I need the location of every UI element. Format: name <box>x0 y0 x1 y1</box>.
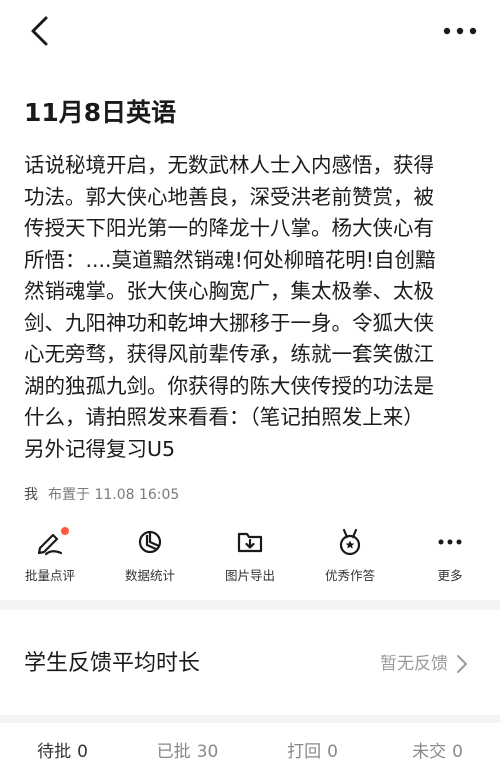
tab-count: 0 <box>327 742 338 762</box>
feedback-duration-value: 暂无反馈 <box>380 654 448 674</box>
post-meta: 我布置于 11.08 16:05 <box>24 484 179 506</box>
batch-review-label: 批量点评 <box>24 568 75 583</box>
tab-returned[interactable]: 打回 0 <box>250 723 375 781</box>
more-horizontal-icon <box>438 539 462 545</box>
export-images-label: 图片导出 <box>224 568 275 583</box>
batch-review-button[interactable]: 批量点评 <box>0 520 100 590</box>
post-title: 11月8日英语 <box>24 98 177 127</box>
post-author: 我 <box>24 487 38 503</box>
excellent-answers-button[interactable]: 优秀作答 <box>300 520 400 590</box>
tab-count: 0 <box>77 742 88 762</box>
tab-label: 打回 <box>287 742 322 762</box>
post-published-time: 布置于 11.08 16:05 <box>48 487 180 503</box>
feedback-duration-row[interactable]: 学生反馈平均时长 暂无反馈 <box>0 610 500 715</box>
post-body: 话说秘境开启，无数武林人士入内感悟，获得 功法。郭大侠心地善良，深受洪老前赞赏，… <box>24 153 436 461</box>
top-nav-bar <box>0 0 500 64</box>
chevron-left-icon <box>31 16 48 46</box>
tab-count: 30 <box>196 742 219 762</box>
tab-pending-review[interactable]: 待批 0 <box>0 723 125 781</box>
medal-star-icon <box>339 528 361 556</box>
export-images-button[interactable]: 图片导出 <box>200 520 300 590</box>
data-stats-label: 数据统计 <box>124 568 175 583</box>
action-toolbar: 批量点评 数据统计 图片导出 优秀作答 更多 <box>0 520 500 590</box>
folder-download-icon <box>237 532 263 553</box>
pie-chart-icon <box>138 530 162 554</box>
notification-badge <box>61 527 69 535</box>
tab-not-submitted[interactable]: 未交 0 <box>375 723 500 781</box>
tab-label: 待批 <box>37 742 72 762</box>
tab-label: 未交 <box>412 742 447 762</box>
more-actions-label: 更多 <box>437 568 463 583</box>
more-menu-button[interactable] <box>440 18 480 44</box>
excellent-answers-label: 优秀作答 <box>324 568 375 583</box>
chevron-right-icon <box>457 655 467 673</box>
more-actions-button[interactable]: 更多 <box>400 520 500 590</box>
more-horizontal-icon <box>443 27 477 35</box>
back-button[interactable] <box>24 14 58 48</box>
tab-count: 0 <box>452 742 463 762</box>
feedback-duration-title: 学生反馈平均时长 <box>24 651 201 676</box>
tab-reviewed[interactable]: 已批 30 <box>125 723 250 781</box>
data-stats-button[interactable]: 数据统计 <box>100 520 200 590</box>
submission-status-tabs: 待批 0 已批 30 打回 0 未交 0 <box>0 723 500 781</box>
tab-label: 已批 <box>156 742 191 762</box>
